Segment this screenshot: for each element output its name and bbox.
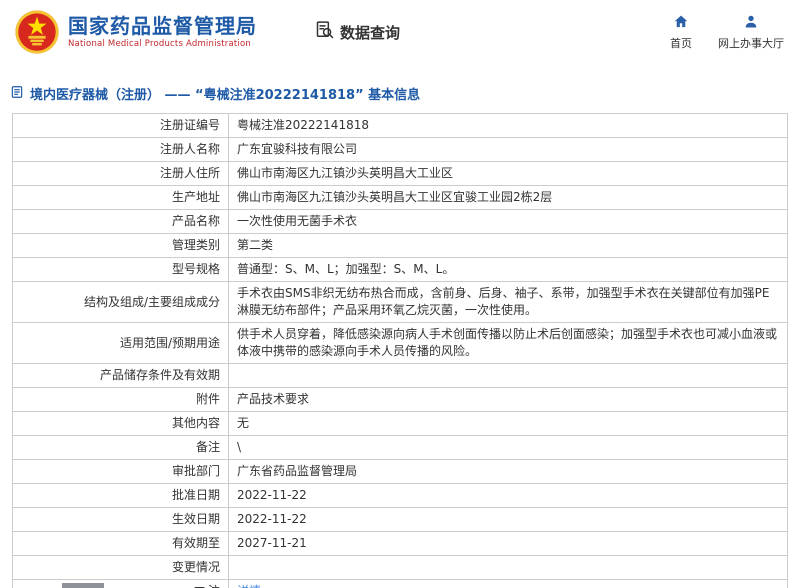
- detail-table: 注册证编号 粤械注准20222141818 注册人名称 广东宜骏科技有限公司 注…: [12, 113, 788, 588]
- row-value: 供手术人员穿着，降低感染源向病人手术创面传播以防止术后创面感染；加强型手术衣也可…: [228, 322, 788, 364]
- table-row: 批准日期 2022-11-22: [12, 483, 788, 508]
- table-row: 其他内容 无: [12, 411, 788, 436]
- row-value: 广东宜骏科技有限公司: [228, 137, 788, 162]
- row-label-text: 生产地址: [171, 190, 220, 204]
- row-value: 第二类: [228, 233, 788, 258]
- document-icon: [10, 84, 24, 103]
- data-query-label: 数据查询: [340, 23, 401, 42]
- row-value: 粤械注准20222141818: [228, 113, 788, 138]
- row-value: 产品技术要求: [228, 387, 788, 412]
- table-row: 注册证编号 粤械注准20222141818: [12, 113, 788, 138]
- header-nav: 首页 网上办事大厅: [670, 14, 784, 51]
- data-query-button[interactable]: 数据查询: [315, 20, 400, 44]
- detail-table-body: 注册证编号 粤械注准20222141818 注册人名称 广东宜骏科技有限公司 注…: [12, 113, 788, 588]
- table-row: 变更情况: [12, 555, 788, 580]
- row-label: 注册证编号: [12, 113, 229, 138]
- document-search-icon: [315, 20, 335, 44]
- table-row: 产品储存条件及有效期: [12, 363, 788, 388]
- row-label: 注: [12, 579, 229, 588]
- row-label-text: 变更情况: [171, 560, 220, 574]
- row-value: 佛山市南海区九江镇沙头英明昌大工业区宜骏工业园2栋2层: [228, 185, 788, 210]
- footer-partial: [62, 583, 104, 588]
- row-label-text: 管理类别: [171, 238, 220, 252]
- row-label-text: 审批部门: [171, 464, 220, 478]
- row-label: 批准日期: [12, 483, 229, 508]
- org-name-cn: 国家药品监督管理局: [68, 13, 257, 38]
- table-row: 备注 \: [12, 435, 788, 460]
- nav-home-label: 首页: [670, 36, 692, 50]
- row-label: 注册人住所: [12, 161, 229, 186]
- row-label: 管理类别: [12, 233, 229, 258]
- row-value: \: [228, 435, 788, 460]
- row-value: 佛山市南海区九江镇沙头英明昌大工业区: [228, 161, 788, 186]
- row-label-text: 注: [208, 584, 220, 588]
- page-title: 境内医疗器械（注册） —— “粤械注准20222141818” 基本信息: [30, 88, 421, 103]
- row-label: 型号规格: [12, 257, 229, 282]
- row-label: 结构及组成/主要组成成分: [12, 281, 229, 323]
- row-value: 2027-11-21: [228, 531, 788, 556]
- row-label-text: 注册证编号: [159, 118, 220, 132]
- row-value: 普通型：S、M、L；加强型：S、M、L。: [228, 257, 788, 282]
- brand: 国家药品监督管理局 National Medical Products Admi…: [14, 9, 257, 55]
- table-row: 产品名称 一次性使用无菌手术衣: [12, 209, 788, 234]
- row-label: 生产地址: [12, 185, 229, 210]
- org-name-en: National Medical Products Administration: [68, 38, 251, 49]
- home-icon: [673, 14, 689, 32]
- row-label: 有效期至: [12, 531, 229, 556]
- row-label-text: 适用范围/预期用途: [119, 335, 220, 350]
- row-value: 无: [228, 411, 788, 436]
- row-label: 审批部门: [12, 459, 229, 484]
- nav-online-hall[interactable]: 网上办事大厅: [718, 14, 784, 51]
- row-value: [228, 555, 788, 580]
- national-emblem-icon: [14, 9, 60, 55]
- table-row: 适用范围/预期用途 供手术人员穿着，降低感染源向病人手术创面传播以防止术后创面感…: [12, 322, 788, 364]
- row-value: 手术衣由SMS非织无纺布热合而成，含前身、后身、袖子、系带，加强型手术衣在关键部…: [228, 281, 788, 323]
- row-label-text: 结构及组成/主要组成成分: [83, 294, 220, 309]
- row-value: 一次性使用无菌手术衣: [228, 209, 788, 234]
- row-value: 2022-11-22: [228, 507, 788, 532]
- row-label: 其他内容: [12, 411, 229, 436]
- row-label-text: 产品名称: [171, 214, 220, 228]
- table-row: 生产地址 佛山市南海区九江镇沙头英明昌大工业区宜骏工业园2栋2层: [12, 185, 788, 210]
- row-label-text: 型号规格: [171, 262, 220, 276]
- table-row: 有效期至 2027-11-21: [12, 531, 788, 556]
- row-label: 产品储存条件及有效期: [12, 363, 229, 388]
- table-row: 结构及组成/主要组成成分 手术衣由SMS非织无纺布热合而成，含前身、后身、袖子、…: [12, 281, 788, 323]
- row-label: 变更情况: [12, 555, 229, 580]
- table-row: 审批部门 广东省药品监督管理局: [12, 459, 788, 484]
- nav-online-hall-label: 网上办事大厅: [718, 36, 784, 50]
- table-row: 注 详情: [12, 579, 788, 588]
- row-label: 适用范围/预期用途: [12, 322, 229, 364]
- row-label: 附件: [12, 387, 229, 412]
- row-label-text: 有效期至: [171, 536, 220, 550]
- row-value: 广东省药品监督管理局: [228, 459, 788, 484]
- row-label-text: 注册人住所: [159, 166, 220, 180]
- table-row: 管理类别 第二类: [12, 233, 788, 258]
- brand-text: 国家药品监督管理局 National Medical Products Admi…: [68, 13, 257, 50]
- row-label: 备注: [12, 435, 229, 460]
- nav-home[interactable]: 首页: [670, 14, 692, 51]
- row-label-text: 生效日期: [171, 512, 220, 526]
- row-label-text: 其他内容: [171, 416, 220, 430]
- page-header: 国家药品监督管理局 National Medical Products Admi…: [0, 0, 800, 64]
- row-value: 详情: [228, 579, 788, 588]
- row-label: 注册人名称: [12, 137, 229, 162]
- user-icon: [743, 14, 759, 32]
- row-label: 生效日期: [12, 507, 229, 532]
- row-label-text: 备注: [195, 440, 220, 454]
- row-label-text: 注册人名称: [159, 142, 220, 156]
- table-row: 注册人住所 佛山市南海区九江镇沙头英明昌大工业区: [12, 161, 788, 186]
- breadcrumb: 境内医疗器械（注册） —— “粤械注准20222141818” 基本信息: [10, 84, 800, 103]
- row-label-text: 批准日期: [171, 488, 220, 502]
- row-value: [228, 363, 788, 388]
- table-row: 注册人名称 广东宜骏科技有限公司: [12, 137, 788, 162]
- table-row: 型号规格 普通型：S、M、L；加强型：S、M、L。: [12, 257, 788, 282]
- row-value: 2022-11-22: [228, 483, 788, 508]
- table-row: 生效日期 2022-11-22: [12, 507, 788, 532]
- row-label-text: 产品储存条件及有效期: [99, 368, 220, 382]
- row-label-text: 附件: [195, 392, 220, 406]
- row-label: 产品名称: [12, 209, 229, 234]
- table-row: 附件 产品技术要求: [12, 387, 788, 412]
- detail-link[interactable]: 详情: [237, 584, 261, 588]
